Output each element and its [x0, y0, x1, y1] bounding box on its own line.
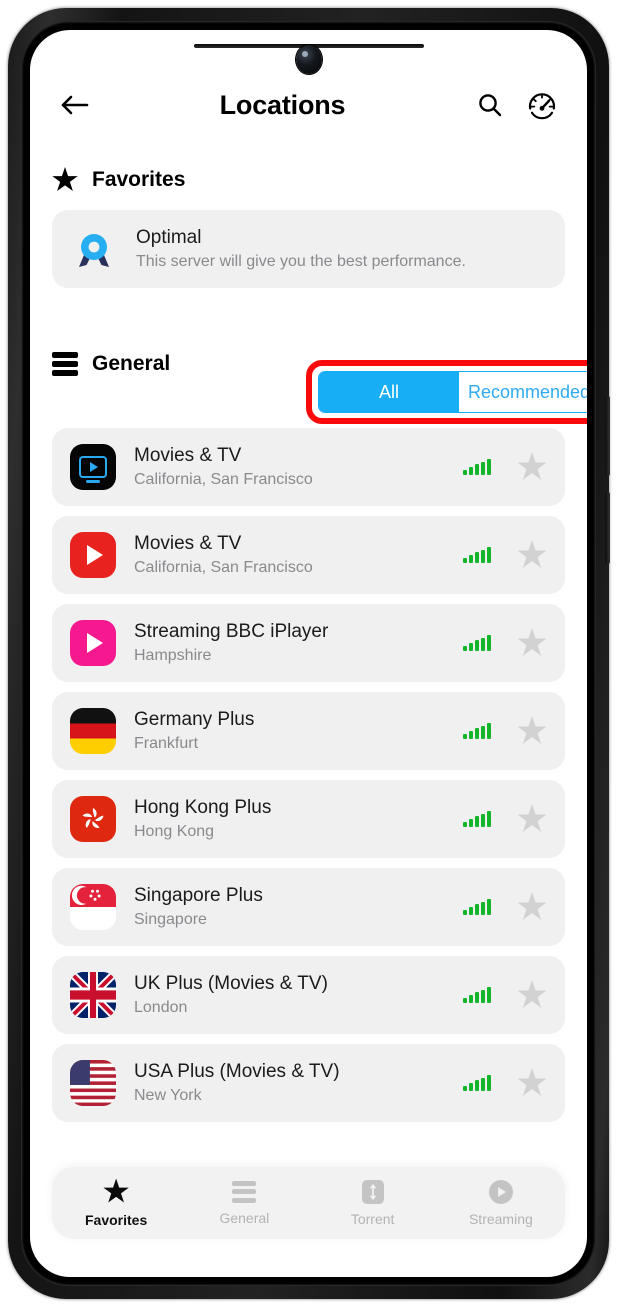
page-title: Locations — [96, 90, 469, 121]
server-location: Hampshire — [134, 647, 463, 665]
play-circle-icon — [489, 1180, 513, 1204]
favorite-toggle-star-icon[interactable] — [517, 716, 547, 746]
bottom-navigation-bar: Favorites General Torrent — [52, 1167, 565, 1239]
nav-item-favorites[interactable]: Favorites — [52, 1179, 180, 1228]
signal-strength-icon — [463, 459, 491, 475]
signal-strength-icon — [463, 1075, 491, 1091]
nav-item-general[interactable]: General — [180, 1181, 308, 1226]
nav-label-streaming: Streaming — [469, 1211, 533, 1227]
server-name: USA Plus (Movies & TV) — [134, 1061, 463, 1083]
row-texts: USA Plus (Movies & TV) New York — [134, 1061, 463, 1105]
favorite-toggle-star-icon[interactable] — [517, 892, 547, 922]
filter-option-all[interactable]: All — [319, 372, 459, 412]
phone-screen: Locations — [30, 30, 587, 1277]
movies-tv-dark-icon — [70, 444, 116, 490]
front-camera — [296, 45, 322, 74]
row-texts: Movies & TV California, San Francisco — [134, 445, 463, 489]
flag-germany-icon — [70, 708, 116, 754]
table-row[interactable]: Singapore Plus Singapore — [52, 868, 565, 946]
favorite-toggle-star-icon[interactable] — [517, 628, 547, 658]
general-section-title: General — [92, 352, 170, 376]
nav-label-torrent: Torrent — [351, 1211, 395, 1227]
list-icon — [232, 1181, 256, 1203]
star-icon — [52, 167, 78, 193]
app-header: Locations — [30, 74, 587, 136]
filter-option-recommended[interactable]: Recommended — [459, 372, 587, 412]
signal-strength-icon — [463, 547, 491, 563]
row-texts: Movies & TV California, San Francisco — [134, 533, 463, 577]
server-name: Movies & TV — [134, 533, 463, 555]
table-row[interactable]: Hong Kong Plus Hong Kong — [52, 780, 565, 858]
flag-hongkong-icon — [70, 796, 116, 842]
row-texts: UK Plus (Movies & TV) London — [134, 973, 463, 1017]
server-location: Hong Kong — [134, 823, 463, 841]
youtube-play-icon — [70, 532, 116, 578]
phone-frame: Locations — [8, 8, 609, 1299]
favorites-section-header: Favorites — [30, 158, 587, 202]
favorite-toggle-star-icon[interactable] — [517, 452, 547, 482]
flag-usa-icon — [70, 1060, 116, 1106]
server-list[interactable]: Movies & TV California, San Francisco Mo… — [30, 428, 587, 1218]
favorite-toggle-star-icon[interactable] — [517, 1068, 547, 1098]
favorite-toggle-star-icon[interactable] — [517, 804, 547, 834]
flag-uk-icon — [70, 972, 116, 1018]
optimal-title: Optimal — [136, 227, 466, 249]
nav-label-favorites: Favorites — [85, 1212, 147, 1228]
optimal-texts: Optimal This server will give you the be… — [136, 227, 466, 271]
list-icon — [52, 352, 78, 376]
speedometer-icon — [527, 90, 557, 120]
nav-item-torrent[interactable]: Torrent — [309, 1180, 437, 1227]
arrow-left-icon — [60, 93, 90, 117]
server-location: California, San Francisco — [134, 471, 463, 489]
table-row[interactable]: UK Plus (Movies & TV) London — [52, 956, 565, 1034]
row-texts: Singapore Plus Singapore — [134, 885, 463, 929]
signal-strength-icon — [463, 723, 491, 739]
favorite-toggle-star-icon[interactable] — [517, 980, 547, 1010]
server-location: London — [134, 999, 463, 1017]
server-location: New York — [134, 1087, 463, 1105]
optimal-subtitle: This server will give you the best perfo… — [136, 253, 466, 271]
server-location: Frankfurt — [134, 735, 463, 753]
signal-strength-icon — [463, 811, 491, 827]
search-button[interactable] — [469, 84, 511, 126]
server-location: Singapore — [134, 911, 463, 929]
signal-strength-icon — [463, 899, 491, 915]
server-name: Hong Kong Plus — [134, 797, 463, 819]
table-row[interactable]: USA Plus (Movies & TV) New York — [52, 1044, 565, 1122]
volume-button[interactable] — [605, 396, 610, 476]
star-icon — [103, 1179, 129, 1205]
speedtest-button[interactable] — [521, 84, 563, 126]
server-name: Streaming BBC iPlayer — [134, 621, 463, 643]
row-texts: Hong Kong Plus Hong Kong — [134, 797, 463, 841]
signal-strength-icon — [463, 987, 491, 1003]
nav-item-streaming[interactable]: Streaming — [437, 1180, 565, 1227]
server-name: Movies & TV — [134, 445, 463, 467]
search-icon — [476, 91, 504, 119]
favorite-toggle-star-icon[interactable] — [517, 540, 547, 570]
server-location: California, San Francisco — [134, 559, 463, 577]
award-ribbon-icon — [70, 225, 118, 273]
back-button[interactable] — [54, 84, 96, 126]
server-name: UK Plus (Movies & TV) — [134, 973, 463, 995]
table-row[interactable]: Movies & TV California, San Francisco — [52, 428, 565, 506]
optimal-server-card[interactable]: Optimal This server will give you the be… — [52, 210, 565, 288]
server-name: Germany Plus — [134, 709, 463, 731]
row-texts: Streaming BBC iPlayer Hampshire — [134, 621, 463, 665]
filter-segmented-control[interactable]: All Recommended — [318, 371, 587, 413]
flag-singapore-icon — [70, 884, 116, 930]
signal-strength-icon — [463, 635, 491, 651]
table-row[interactable]: Movies & TV California, San Francisco — [52, 516, 565, 594]
nav-label-general: General — [219, 1210, 269, 1226]
table-row[interactable]: Streaming BBC iPlayer Hampshire — [52, 604, 565, 682]
power-button[interactable] — [605, 492, 610, 564]
favorites-section-title: Favorites — [92, 168, 185, 192]
updown-arrows-icon — [362, 1180, 384, 1204]
server-name: Singapore Plus — [134, 885, 463, 907]
row-texts: Germany Plus Frankfurt — [134, 709, 463, 753]
table-row[interactable]: Germany Plus Frankfurt — [52, 692, 565, 770]
pink-play-icon — [70, 620, 116, 666]
